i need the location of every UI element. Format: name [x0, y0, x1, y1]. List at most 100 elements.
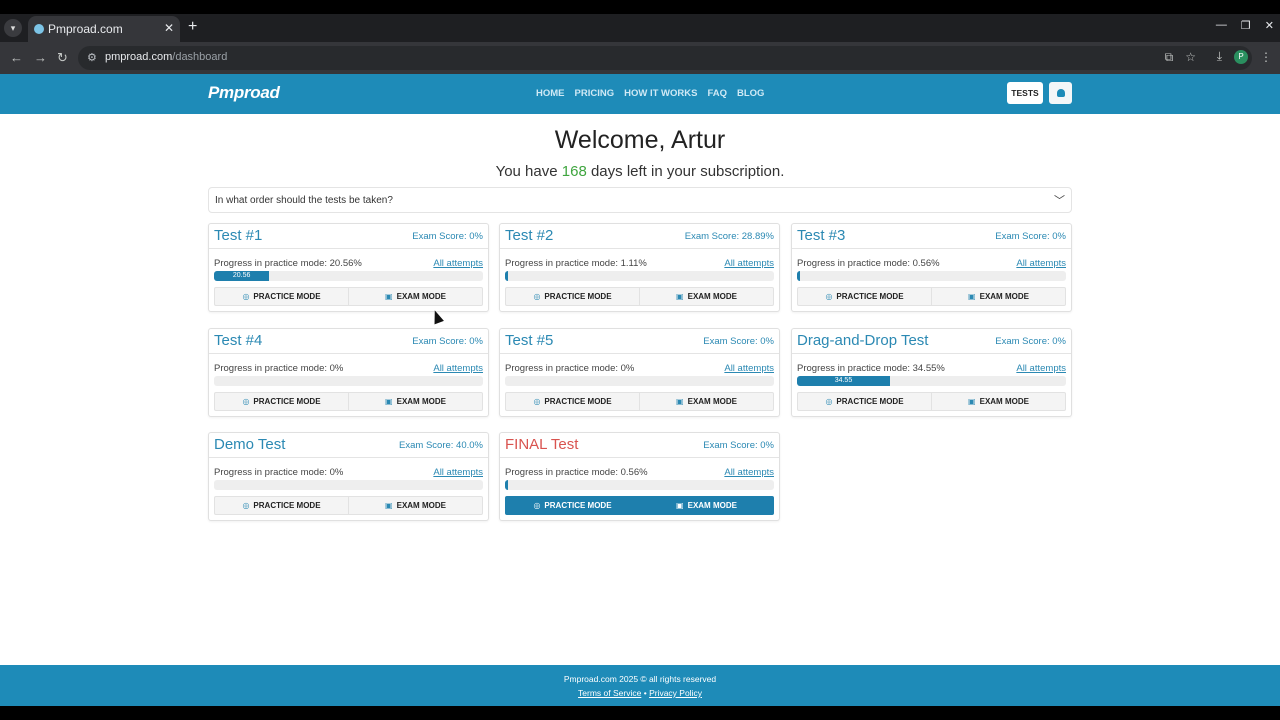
card-header: Test #4 Exam Score: 0%	[209, 329, 488, 354]
all-attempts-link[interactable]: All attempts	[433, 363, 483, 374]
practice-mode-button[interactable]: ◎ PRACTICE MODE	[505, 496, 640, 515]
practice-mode-button[interactable]: ◎ PRACTICE MODE	[505, 287, 640, 306]
exam-mode-label: EXAM MODE	[687, 397, 737, 406]
exam-mode-button[interactable]: ▣ EXAM MODE	[349, 496, 483, 515]
minimize-icon[interactable]: —	[1216, 19, 1227, 32]
exam-score: Exam Score: 28.89%	[684, 231, 774, 242]
test-card: FINAL Test Exam Score: 0% Progress in prac…	[499, 432, 780, 521]
test-card: Test #4 Exam Score: 0% Progress in practic…	[208, 328, 489, 417]
footer-copyright: Pmproad.com 2025 © all rights reserved	[563, 674, 717, 684]
practice-mode-label: PRACTICE MODE	[253, 397, 321, 406]
clipboard-icon: ▣	[676, 397, 684, 406]
exam-score: Exam Score: 0%	[703, 440, 774, 451]
exam-mode-button[interactable]: ▣ EXAM MODE	[349, 392, 483, 411]
practice-mode-button[interactable]: ◎ PRACTICE MODE	[214, 496, 349, 515]
test-title[interactable]: Test #1	[214, 227, 262, 244]
restore-icon[interactable]: ❐	[1241, 19, 1251, 32]
forward-icon[interactable]: →	[34, 50, 47, 65]
site-info-icon[interactable]: ⚙	[87, 51, 97, 64]
install-icon[interactable]: ⧉	[1165, 50, 1174, 65]
mode-buttons: ◎ PRACTICE MODE ▣ EXAM MODE	[214, 496, 483, 515]
target-icon: ◎	[533, 292, 541, 301]
days-left: 168	[561, 163, 587, 180]
subscription-text: You have 168 days left in your subscript…	[0, 163, 1280, 180]
progress-row: Progress in practice mode: 0.56% All atte…	[792, 249, 1071, 271]
browser-window: ▾ Pmproad.com ✕ + — ❐ ✕ ← → ↻ ⚙ pmproad.…	[0, 14, 1280, 706]
practice-mode-button[interactable]: ◎ PRACTICE MODE	[505, 392, 640, 411]
practice-mode-button[interactable]: ◎ PRACTICE MODE	[797, 287, 932, 306]
bookmark-star-icon[interactable]: ☆	[1185, 50, 1196, 65]
nav-pricing[interactable]: PRICING	[575, 88, 615, 99]
back-icon[interactable]: ←	[10, 50, 23, 65]
test-title[interactable]: FINAL Test	[505, 436, 578, 453]
test-title[interactable]: Test #5	[505, 332, 553, 349]
window-controls: — ❐ ✕	[1216, 19, 1274, 32]
tests-button[interactable]: TESTS	[1007, 82, 1043, 104]
mode-buttons: ◎ PRACTICE MODE ▣ EXAM MODE	[214, 287, 483, 306]
card-header: Test #3 Exam Score: 0%	[792, 224, 1071, 249]
progress-row: Progress in practice mode: 0.56% All atte…	[500, 458, 779, 480]
target-icon: ◎	[242, 292, 250, 301]
chevron-down-icon[interactable]: ﹀	[1054, 192, 1065, 208]
address-bar[interactable]: ⚙ pmproad.com/dashboard ⧉ ☆	[78, 46, 1252, 70]
test-card: Test #3 Exam Score: 0% Progress in practic…	[791, 223, 1072, 312]
terms-link[interactable]: Terms of Service	[578, 688, 641, 698]
welcome-title: Welcome, Artur	[554, 126, 726, 154]
exam-mode-button[interactable]: ▣ EXAM MODE	[932, 392, 1066, 411]
exam-mode-button[interactable]: ▣ EXAM MODE	[640, 392, 774, 411]
practice-mode-button[interactable]: ◎ PRACTICE MODE	[214, 392, 349, 411]
exam-score: Exam Score: 40.0%	[399, 440, 483, 451]
all-attempts-link[interactable]: All attempts	[433, 467, 483, 478]
site-logo[interactable]: Pmproad	[208, 83, 280, 103]
nav-home[interactable]: HOME	[536, 88, 565, 99]
exam-mode-button[interactable]: ▣ EXAM MODE	[932, 287, 1066, 306]
nav-how-it-works[interactable]: HOW IT WORKS	[624, 88, 697, 99]
download-icon[interactable]: ⤓	[1217, 49, 1222, 64]
exam-mode-label: EXAM MODE	[979, 292, 1029, 301]
all-attempts-link[interactable]: All attempts	[433, 258, 483, 269]
progress-text: Progress in practice mode: 20.56%	[214, 258, 362, 269]
all-attempts-link[interactable]: All attempts	[1016, 258, 1066, 269]
new-tab-icon[interactable]: +	[188, 18, 197, 36]
progress-text: Progress in practice mode: 0%	[214, 363, 344, 374]
test-title[interactable]: Demo Test	[214, 436, 285, 453]
user-button[interactable]	[1049, 82, 1072, 104]
card-header: Drag-and-Drop Test Exam Score: 0%	[792, 329, 1071, 354]
nav-blog[interactable]: BLOG	[737, 88, 764, 99]
browser-tab[interactable]: Pmproad.com ✕	[28, 16, 180, 42]
nav-faq[interactable]: FAQ	[707, 88, 727, 99]
all-attempts-link[interactable]: All attempts	[724, 258, 774, 269]
progress-bar	[214, 376, 483, 386]
practice-mode-label: PRACTICE MODE	[544, 292, 612, 301]
close-window-icon[interactable]: ✕	[1265, 19, 1274, 32]
order-accordion[interactable]: In what order should the tests be taken?…	[208, 187, 1072, 213]
practice-mode-label: PRACTICE MODE	[544, 501, 612, 510]
test-title[interactable]: Drag-and-Drop Test	[797, 332, 928, 349]
profile-avatar[interactable]: P	[1234, 49, 1248, 64]
test-title[interactable]: Test #3	[797, 227, 845, 244]
progress-bar-label: 34.55	[834, 377, 853, 384]
exam-mode-button[interactable]: ▣ EXAM MODE	[349, 287, 483, 306]
all-attempts-link[interactable]: All attempts	[724, 363, 774, 374]
test-title[interactable]: Test #4	[214, 332, 262, 349]
privacy-link[interactable]: Privacy Policy	[649, 688, 702, 698]
progress-bar-label	[505, 271, 508, 281]
menu-kebab-icon[interactable]: ⋮	[1260, 50, 1272, 64]
exam-mode-button[interactable]: ▣ EXAM MODE	[640, 287, 774, 306]
all-attempts-link[interactable]: All attempts	[724, 467, 774, 478]
tab-search-icon[interactable]: ▾	[4, 19, 22, 37]
reload-icon[interactable]: ↻	[57, 50, 68, 66]
target-icon: ◎	[825, 292, 833, 301]
progress-bar	[214, 480, 483, 490]
progress-bar-label	[505, 480, 508, 490]
tab-close-icon[interactable]: ✕	[164, 21, 174, 35]
progress-bar-label: 20.56	[232, 272, 251, 279]
exam-mode-button[interactable]: ▣ EXAM MODE	[640, 496, 774, 515]
exam-score: Exam Score: 0%	[995, 336, 1066, 347]
exam-mode-label: EXAM MODE	[979, 397, 1029, 406]
exam-mode-label: EXAM MODE	[396, 501, 446, 510]
practice-mode-button[interactable]: ◎ PRACTICE MODE	[214, 287, 349, 306]
all-attempts-link[interactable]: All attempts	[1016, 363, 1066, 374]
test-title[interactable]: Test #2	[505, 227, 553, 244]
practice-mode-button[interactable]: ◎ PRACTICE MODE	[797, 392, 932, 411]
